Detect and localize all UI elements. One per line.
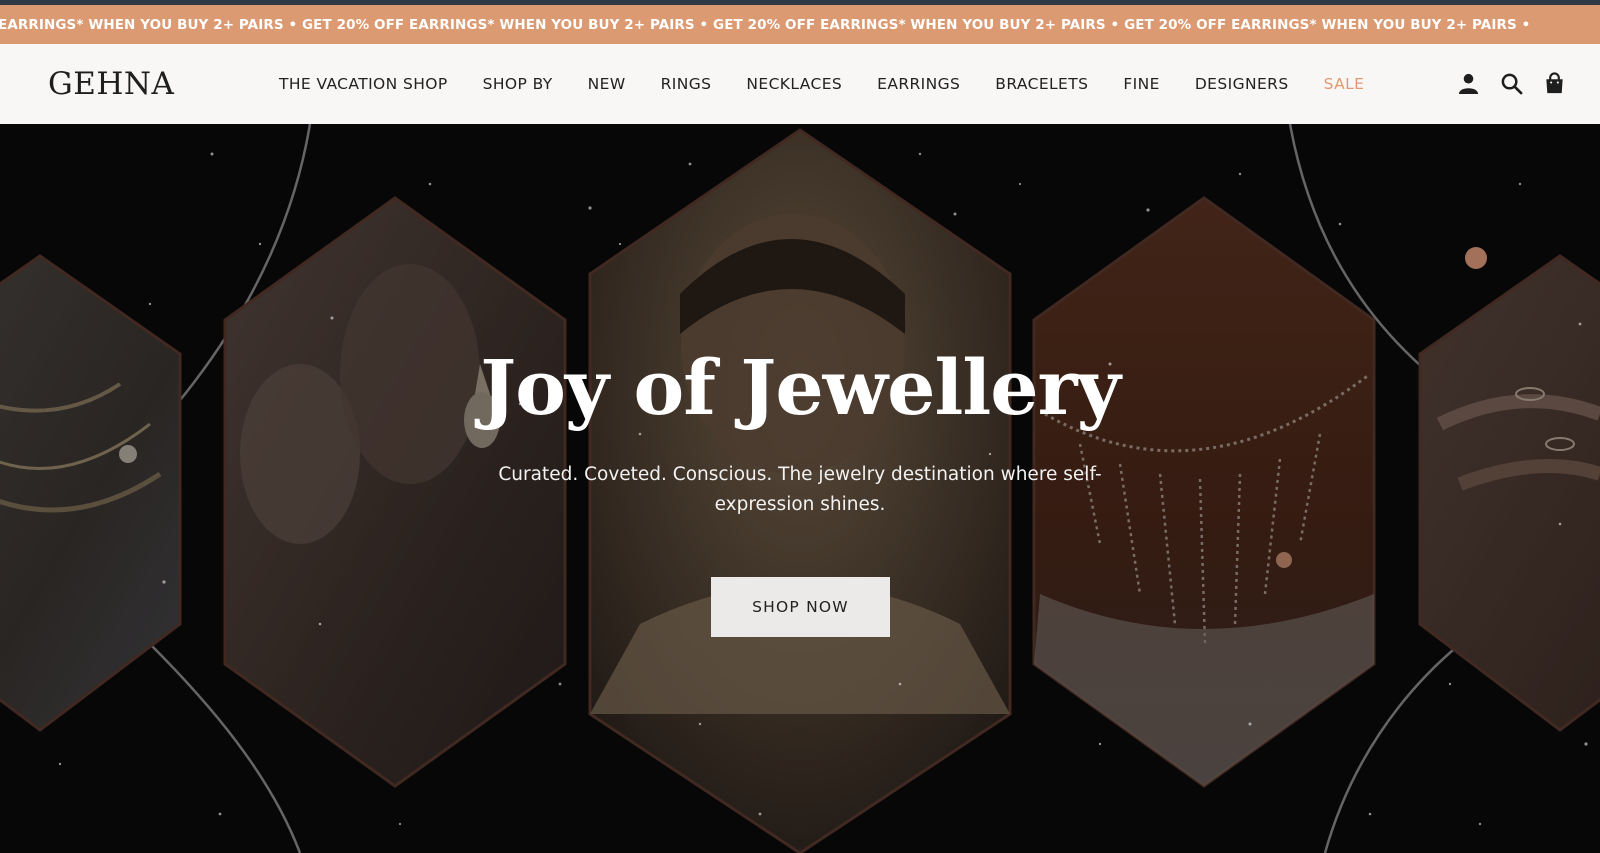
site-header: GEHNA THE VACATION SHOP SHOP BY NEW RING… <box>0 44 1600 124</box>
account-icon[interactable] <box>1457 72 1480 95</box>
nav-item-designers[interactable]: DESIGNERS <box>1195 75 1289 93</box>
nav-item-new[interactable]: NEW <box>588 75 626 93</box>
nav-item-bracelets[interactable]: BRACELETS <box>995 75 1088 93</box>
nav-item-vacation-shop[interactable]: THE VACATION SHOP <box>279 75 448 93</box>
cart-icon[interactable] <box>1543 72 1566 95</box>
nav-item-shop-by[interactable]: SHOP BY <box>483 75 553 93</box>
main-nav: THE VACATION SHOP SHOP BY NEW RINGS NECK… <box>279 44 1399 124</box>
nav-item-fine[interactable]: FINE <box>1123 75 1159 93</box>
announcement-bar: EARRINGS* WHEN YOU BUY 2+ PAIRS • GET 20… <box>0 5 1600 44</box>
search-icon[interactable] <box>1500 72 1523 95</box>
hero-subtitle: Curated. Coveted. Conscious. The jewelry… <box>498 464 1102 515</box>
shop-now-button[interactable]: SHOP NOW <box>711 577 890 637</box>
nav-item-sale[interactable]: SALE <box>1324 75 1365 93</box>
announcement-text: EARRINGS* WHEN YOU BUY 2+ PAIRS • GET 20… <box>0 16 1531 33</box>
logo[interactable]: GEHNA <box>48 66 174 102</box>
header-icons <box>1457 72 1566 95</box>
nav-item-earrings[interactable]: EARRINGS <box>877 75 960 93</box>
nav-item-rings[interactable]: RINGS <box>661 75 712 93</box>
hero-banner: Joy of Jewellery Curated. Coveted. Consc… <box>0 124 1600 853</box>
nav-item-necklaces[interactable]: NECKLACES <box>746 75 842 93</box>
hero-title: Joy of Jewellery <box>480 343 1121 432</box>
